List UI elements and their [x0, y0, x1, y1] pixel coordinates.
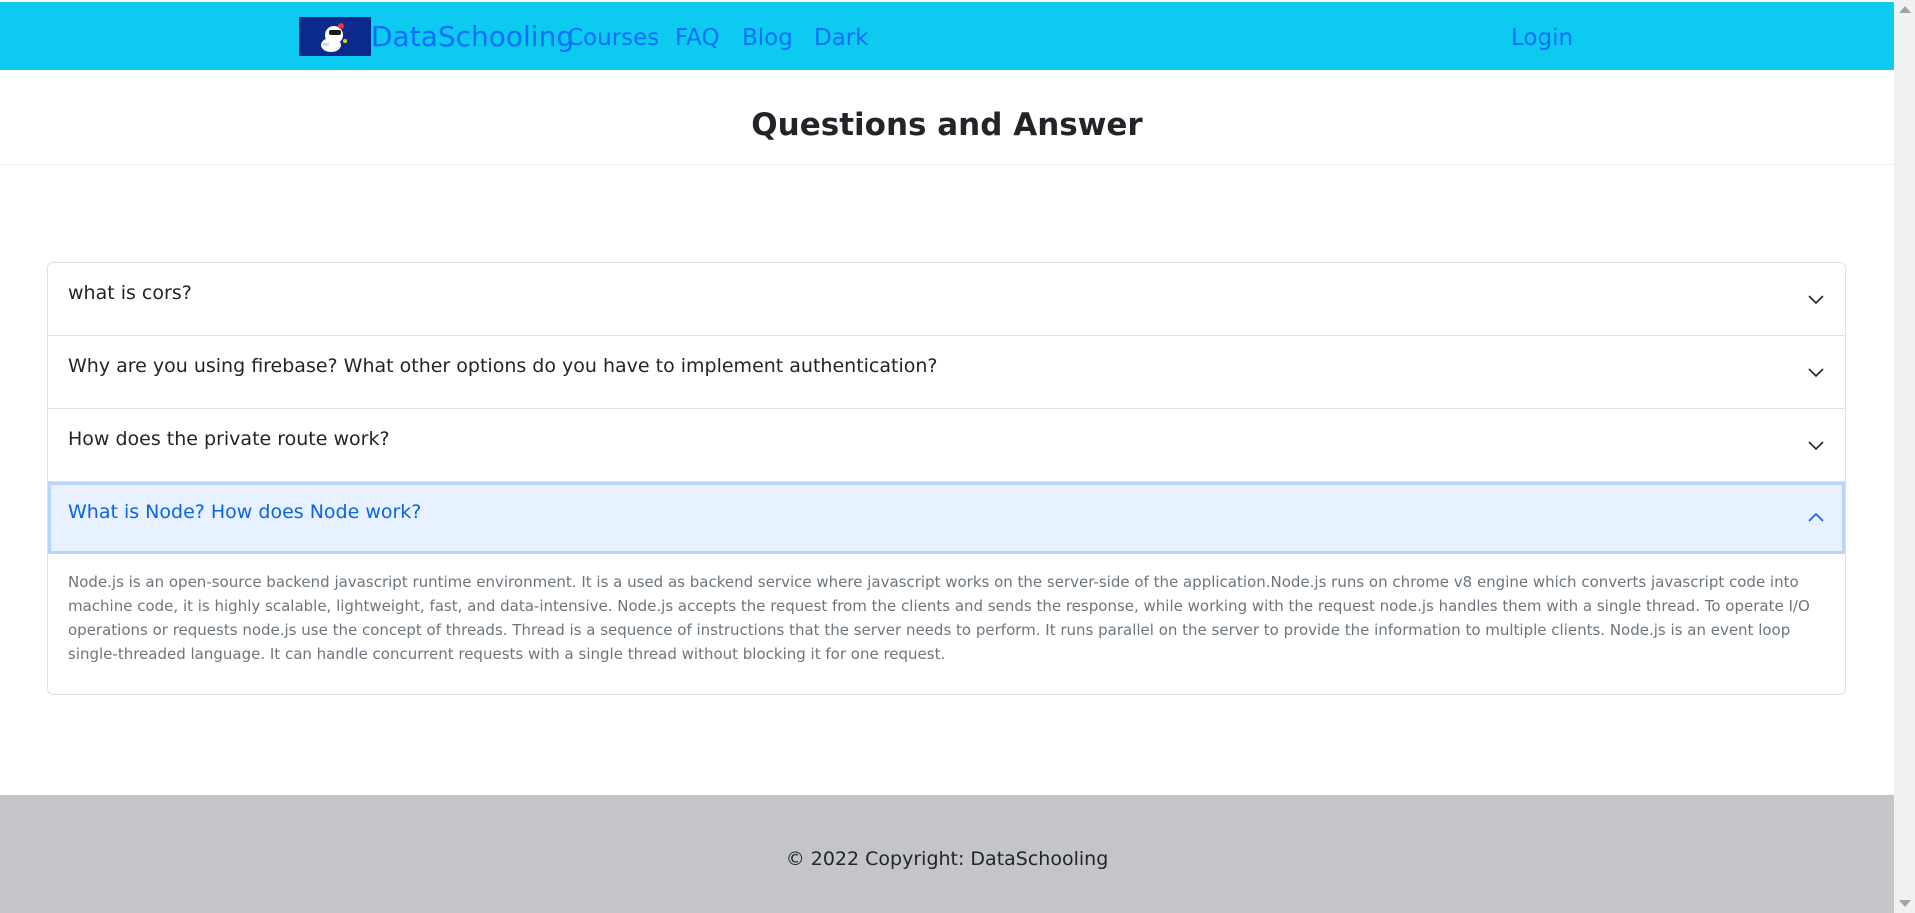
footer: © 2022 Copyright: DataSchooling [0, 795, 1894, 913]
chevron-down-icon [1808, 368, 1824, 378]
faq-question: What is Node? How does Node work? [68, 501, 422, 523]
login-link[interactable]: Login [1511, 24, 1573, 52]
faq-question: Why are you using firebase? What other o… [68, 355, 938, 377]
brand-name[interactable]: DataSchooling [371, 20, 574, 54]
nav-link-blog[interactable]: Blog [742, 24, 793, 52]
page-title: Questions and Answer [751, 107, 1143, 143]
page-header: Questions and Answer [0, 70, 1894, 165]
page: DataSchooling Courses FAQ Blog Dark Logi… [0, 0, 1894, 913]
brand-logo[interactable] [299, 17, 371, 56]
nav-link-dark-mode[interactable]: Dark [814, 24, 869, 52]
scrollbar-thumb[interactable] [1897, 20, 1912, 893]
faq-question-toggle[interactable]: Why are you using firebase? What other o… [48, 336, 1845, 408]
chevron-up-icon [1808, 512, 1824, 522]
robot-mascot-icon [299, 17, 371, 56]
scroll-up-arrow-icon[interactable] [1899, 6, 1911, 13]
faq-answer: Node.js is an open-source backend javasc… [68, 573, 1810, 663]
faq-question-toggle[interactable]: What is Node? How does Node work? [48, 482, 1845, 554]
faq-item-expanded: What is Node? How does Node work? Node.j… [48, 481, 1845, 694]
faq-question: what is cors? [68, 282, 192, 304]
nav-link-courses[interactable]: Courses [567, 24, 659, 52]
navbar: DataSchooling Courses FAQ Blog Dark Logi… [0, 2, 1894, 70]
faq-question-toggle[interactable]: How does the private route work? [48, 409, 1845, 481]
faq-question: How does the private route work? [68, 428, 390, 450]
faq-item: what is cors? [48, 263, 1845, 335]
vertical-scrollbar[interactable] [1894, 0, 1915, 913]
faq-item: How does the private route work? [48, 408, 1845, 481]
chevron-down-icon [1808, 295, 1824, 305]
faq-accordion: what is cors? Why are you using firebase… [47, 262, 1846, 695]
nav-link-faq[interactable]: FAQ [675, 24, 720, 52]
scroll-down-arrow-icon[interactable] [1899, 900, 1911, 907]
faq-item: Why are you using firebase? What other o… [48, 335, 1845, 408]
faq-question-toggle[interactable]: what is cors? [48, 263, 1845, 335]
chevron-down-icon [1808, 441, 1824, 451]
footer-copyright: © 2022 Copyright: DataSchooling [785, 848, 1109, 870]
